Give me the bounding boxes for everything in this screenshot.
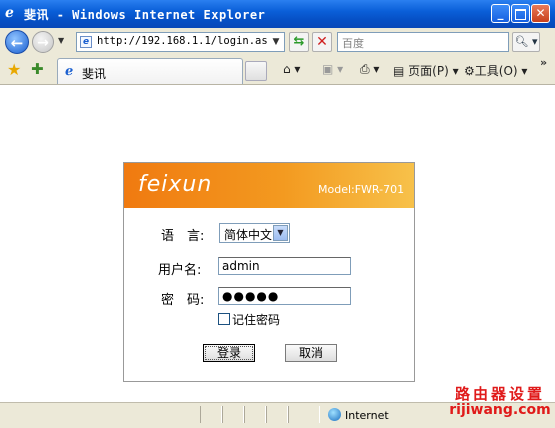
page-icon: e	[80, 36, 92, 48]
zone-label: Internet	[345, 409, 389, 422]
window-title: 斐讯 - Windows Internet Explorer	[24, 8, 266, 22]
page-content: feixun Model:FWR-701 语 言: 简体中文 ▼ 用户名: 密 …	[0, 85, 555, 401]
password-field[interactable]: ●●●●●	[218, 287, 351, 305]
feixun-logo: feixun	[138, 172, 213, 197]
security-zone[interactable]: Internet	[328, 408, 389, 422]
tools-menu-label: 工具(O)	[474, 64, 518, 78]
language-value: 简体中文	[224, 228, 273, 242]
add-favorites-icon[interactable]: ✚	[31, 60, 44, 78]
tab-active[interactable]: ℯ 斐讯	[57, 58, 243, 84]
login-panel: feixun Model:FWR-701 语 言: 简体中文 ▼ 用户名: 密 …	[123, 162, 415, 382]
search-button[interactable]: 🔍︎ ▾	[512, 32, 540, 52]
search-placeholder: 百度	[342, 37, 364, 50]
status-segment	[200, 406, 222, 423]
new-tab-button[interactable]	[245, 61, 267, 81]
username-label: 用户名:	[158, 263, 202, 278]
remember-password-label: 记住密码	[232, 313, 281, 327]
page-menu[interactable]: ▤ 页面(P) ▾	[393, 62, 459, 79]
language-label: 语 言:	[161, 229, 205, 244]
print-icon[interactable]: ⎙ ▾	[360, 62, 379, 77]
model-label: Model:FWR-701	[318, 183, 405, 196]
ie-tab-icon: ℯ	[65, 64, 74, 79]
status-segment	[222, 406, 244, 423]
tab-bar: ★ ✚ ℯ 斐讯 ⌂ ▾ ▣ ▾ ⎙ ▾ ▤ 页面(P) ▾ ⚙工具(O) ▾ …	[0, 56, 555, 85]
refresh-icon[interactable]: ⇆	[289, 32, 309, 52]
status-segment	[266, 406, 288, 423]
watermark-line1: 路由器设置	[454, 385, 545, 403]
status-segment	[244, 406, 266, 423]
login-button[interactable]: 登录	[203, 344, 255, 362]
language-select[interactable]: 简体中文 ▼	[219, 223, 290, 243]
gear-icon: ⚙	[464, 64, 475, 78]
watermark-line2: rijiwang.com	[449, 402, 551, 418]
username-field[interactable]	[218, 257, 351, 275]
watermark: 路由器设置 rijiwang.com	[446, 383, 554, 418]
cancel-button[interactable]: 取消	[285, 344, 337, 362]
history-dropdown-icon[interactable]: ▼	[58, 36, 64, 45]
tab-label: 斐讯	[82, 67, 107, 81]
ie-icon: ℯ	[5, 5, 14, 21]
status-segment	[288, 406, 320, 423]
address-bar[interactable]: e http://192.168.1.1/login.asp ▼	[76, 32, 285, 52]
remember-password-checkbox[interactable]	[218, 313, 230, 325]
globe-icon	[328, 408, 341, 421]
login-header: feixun Model:FWR-701	[124, 163, 414, 208]
more-commands[interactable]: »	[540, 56, 547, 69]
address-text[interactable]: http://192.168.1.1/login.asp	[97, 35, 274, 47]
home-icon[interactable]: ⌂ ▾	[283, 62, 300, 76]
minimize-button[interactable]: _	[491, 4, 510, 23]
magnifier-icon: 🔍︎	[514, 35, 529, 48]
title-bar: ℯ 斐讯 - Windows Internet Explorer _ ✕	[0, 0, 555, 29]
forward-arrow-icon[interactable]: →	[32, 31, 54, 53]
tools-menu[interactable]: ⚙工具(O) ▾	[464, 62, 527, 79]
page-icon: ▤	[393, 64, 405, 78]
feeds-icon[interactable]: ▣ ▾	[322, 62, 343, 76]
close-button[interactable]: ✕	[531, 4, 550, 23]
back-arrow-icon[interactable]: ←	[5, 30, 29, 54]
favorites-star-icon[interactable]: ★	[7, 60, 21, 79]
page-menu-label: 页面(P)	[408, 64, 449, 78]
password-label: 密 码:	[161, 293, 205, 308]
stop-icon[interactable]: ✕	[312, 32, 332, 52]
navigation-bar: ← → ▼ e http://192.168.1.1/login.asp ▼ ⇆…	[0, 28, 555, 56]
chevron-down-icon[interactable]: ▼	[273, 225, 288, 241]
address-dropdown-icon[interactable]: ▼	[268, 33, 284, 51]
maximize-button[interactable]	[511, 4, 530, 23]
search-input[interactable]: 百度	[337, 32, 509, 52]
